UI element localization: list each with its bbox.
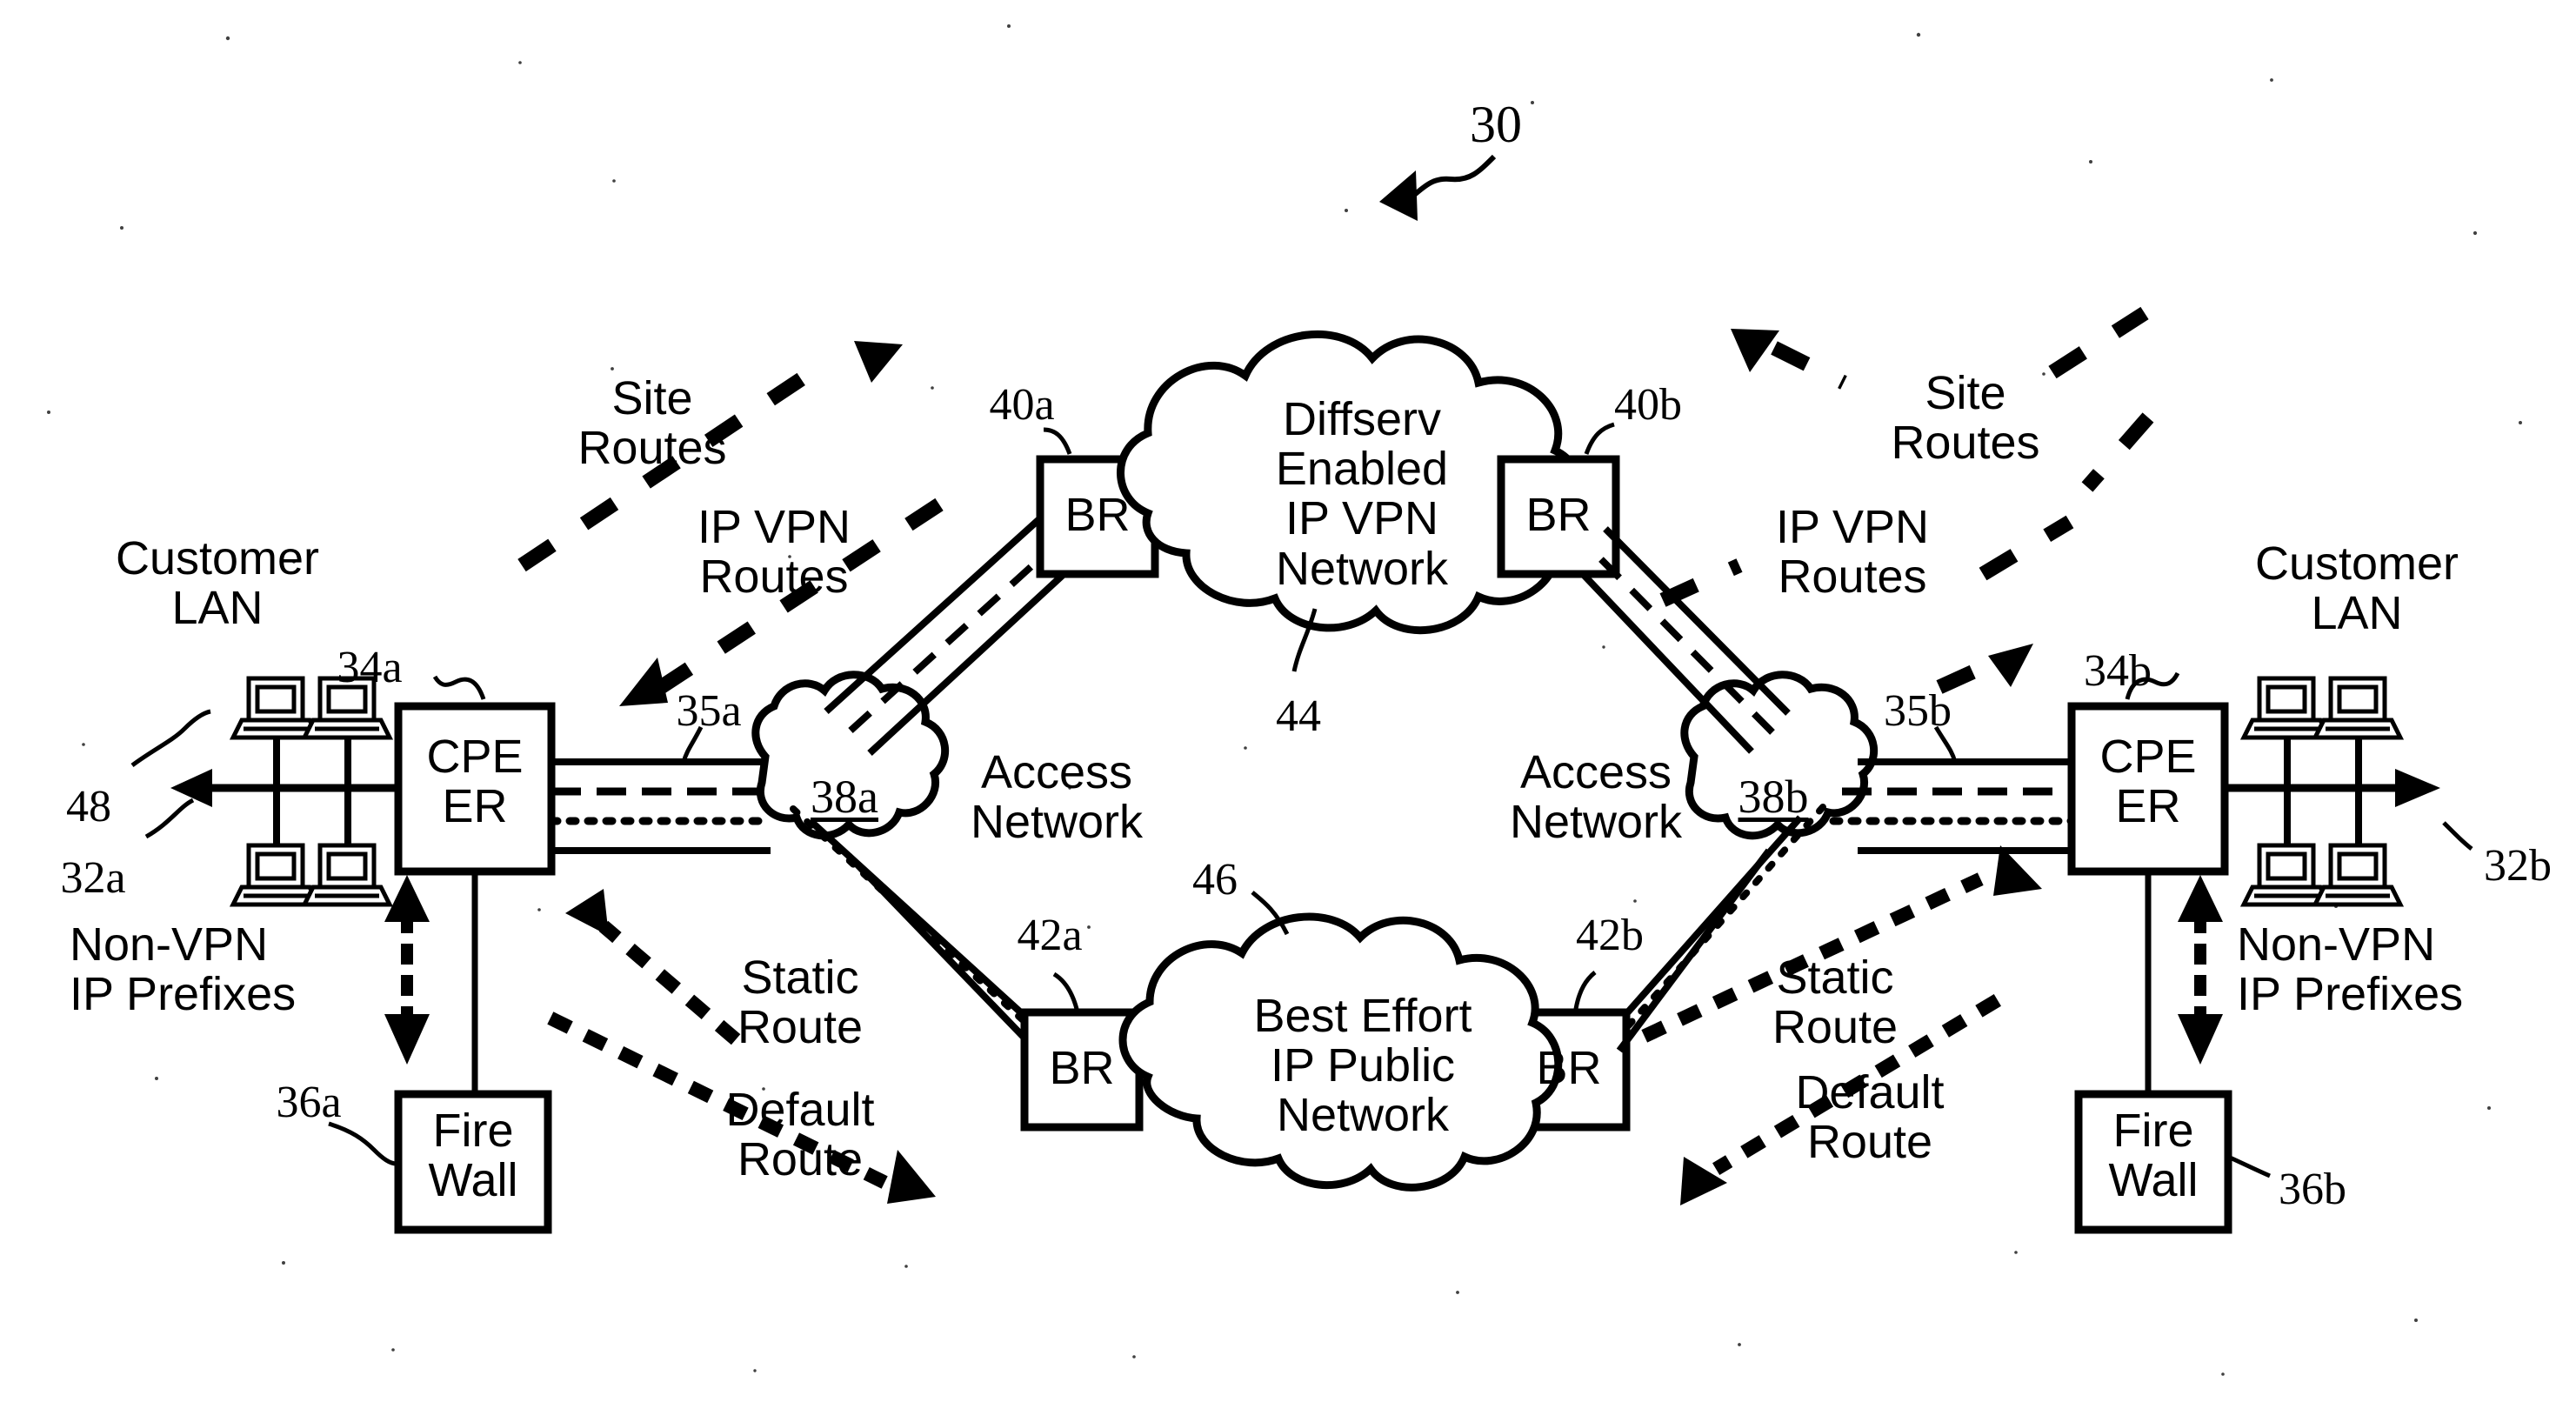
firewall-label-right: Fire Wall [2108,1105,2199,1207]
ref-46: 46 [1192,855,1238,905]
firewall-label-left: Fire Wall [428,1105,518,1207]
leader-32a [144,798,195,839]
br-label-42a: BR [1049,1042,1115,1094]
ref-40a: 40a [989,380,1055,430]
ref-44: 44 [1276,691,1321,741]
ref-34a: 34a [337,643,403,692]
site-routes-label-right: Site Routes [1891,367,2040,470]
cpe-er-label-left: CPE ER [426,731,524,833]
default-route-label-left: Default Route [725,1084,875,1186]
access-network-label-right: Access Network [1509,746,1683,849]
ref-48: 48 [66,782,111,831]
leader-48 [130,709,211,768]
leader-36a [328,1121,397,1166]
ref-35b: 35b [1884,686,1952,736]
ref-32a: 32a [60,853,126,903]
leader-42a [1052,971,1079,1010]
lan-bus-right [2225,731,2440,845]
site-routes-label-left: Site Routes [577,372,727,475]
leader-32b [2442,821,2473,851]
diffserv-cloud-label: Diffserv Enabled IP VPN Network [1275,393,1449,595]
trunk-right [1829,758,2076,854]
cpe-er-label-right: CPE ER [2099,731,2197,833]
best-effort-cloud-label: Best Effort IP Public Network [1253,990,1472,1142]
leader-40a [1043,427,1072,455]
br-label-40a: BR [1064,489,1131,541]
ref-35a: 35a [676,686,742,736]
lan-bus-left [170,731,405,845]
non-vpn-prefixes-label-right: Non-VPN IP Prefixes [2237,918,2464,1021]
leader-34a [432,675,486,700]
figure-number: 30 [1470,96,1522,153]
dotted-double-arrow-right [2178,875,2223,1065]
static-route-label-left: Static Route [737,951,864,1054]
non-vpn-prefixes-label-left: Non-VPN IP Prefixes [70,918,297,1021]
figure-canvas: 30 Customer LAN 48 32a 34a CPE ER 36a Fi… [0,0,2576,1402]
figure-number-leader [1379,154,1497,221]
default-route-label-right: Default Route [1795,1066,1945,1169]
ref-36a: 36a [276,1078,342,1127]
ip-vpn-routes-label-left: IP VPN Routes [697,501,851,604]
ref-38b: 38b [1738,771,1809,823]
ref-42b: 42b [1576,911,1644,960]
leader-42b [1573,971,1597,1010]
ref-36b: 36b [2279,1165,2346,1214]
customer-lan-title-right: Customer LAN [2254,537,2459,640]
leader-36b [2226,1154,2271,1178]
static-route-label-right: Static Route [1772,951,1899,1054]
ref-34b: 34b [2084,646,2152,696]
ref-38a: 38a [811,771,878,823]
access-network-label-left: Access Network [970,746,1144,849]
ref-40b: 40b [1614,380,1682,430]
ip-vpn-routes-label-right: IP VPN Routes [1775,501,1930,604]
trunk-left [547,758,775,854]
customer-lan-title-left: Customer LAN [115,532,320,635]
ref-32b: 32b [2484,841,2552,891]
br-label-40b: BR [1525,489,1592,541]
ref-42a: 42a [1017,911,1083,960]
